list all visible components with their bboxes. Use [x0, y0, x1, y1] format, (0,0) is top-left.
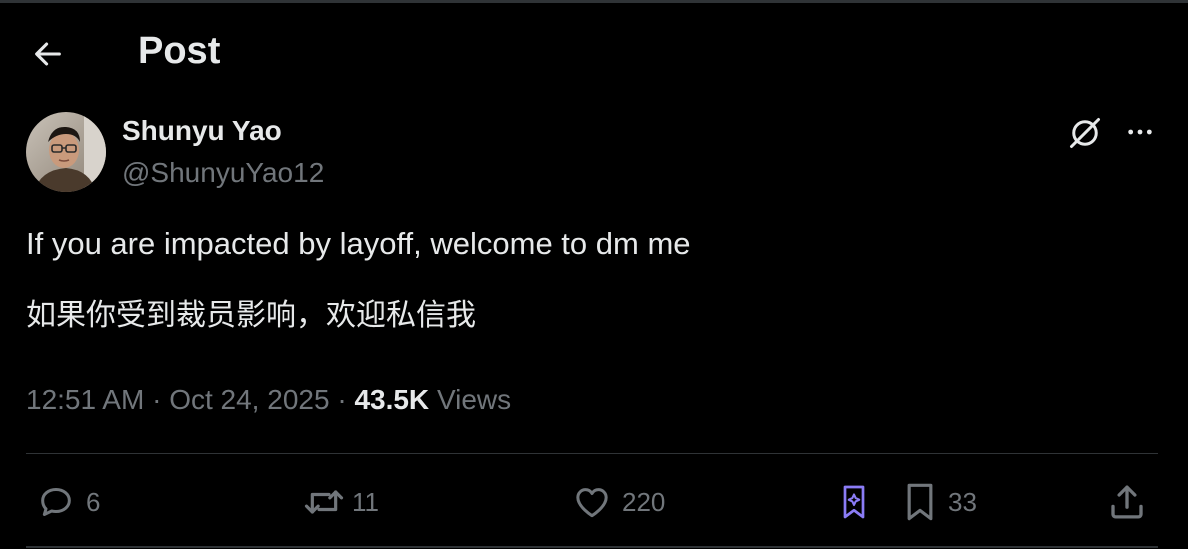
- views-label: Views: [436, 384, 512, 415]
- author-name[interactable]: Shunyu Yao: [122, 115, 282, 147]
- repost-icon: [304, 490, 344, 514]
- like-count: 220: [622, 486, 666, 517]
- reply-count: 6: [86, 486, 101, 517]
- grok-button[interactable]: [1064, 112, 1106, 154]
- author-handle[interactable]: @ShunyuYao12: [122, 157, 324, 189]
- post-date[interactable]: Oct 24, 2025: [169, 384, 329, 415]
- more-options-button[interactable]: [1120, 112, 1160, 152]
- grok-bookmark-icon: [843, 485, 865, 519]
- bookmark-icon: [907, 483, 933, 521]
- back-button[interactable]: [28, 34, 68, 74]
- meta-separator: ·: [329, 384, 355, 415]
- reply-icon: [41, 488, 71, 516]
- reply-button[interactable]: 6: [36, 478, 100, 526]
- post-header: Post: [0, 0, 1188, 108]
- post-metadata: 12:51 AM · Oct 24, 2025 · 43.5K Views: [26, 384, 511, 416]
- avatar-image: [26, 112, 106, 192]
- share-button[interactable]: [1106, 478, 1148, 526]
- heart-icon: [576, 488, 608, 518]
- bookmark-button[interactable]: 33: [900, 478, 977, 526]
- repost-button[interactable]: 11: [302, 478, 379, 526]
- grok-bookmark-button[interactable]: [836, 478, 872, 526]
- share-icon: [1111, 485, 1143, 519]
- repost-count: 11: [352, 486, 379, 517]
- bookmark-count: 33: [948, 486, 977, 517]
- post-time[interactable]: 12:51 AM: [26, 384, 144, 415]
- grok-icon: [1070, 118, 1100, 148]
- like-button[interactable]: 220: [572, 478, 665, 526]
- avatar[interactable]: [26, 112, 106, 192]
- post-text-line: If you are impacted by layoff, welcome t…: [26, 226, 691, 261]
- post-text-line: 如果你受到裁员影响，欢迎私信我: [26, 298, 476, 333]
- more-horizontal-icon: [1128, 129, 1152, 135]
- page-title: Post: [138, 30, 221, 72]
- divider: [26, 453, 1158, 454]
- meta-separator: ·: [144, 384, 170, 415]
- views-count: 43.5K: [354, 384, 430, 415]
- arrow-left-icon: [35, 42, 61, 66]
- bottom-divider: [26, 546, 1158, 548]
